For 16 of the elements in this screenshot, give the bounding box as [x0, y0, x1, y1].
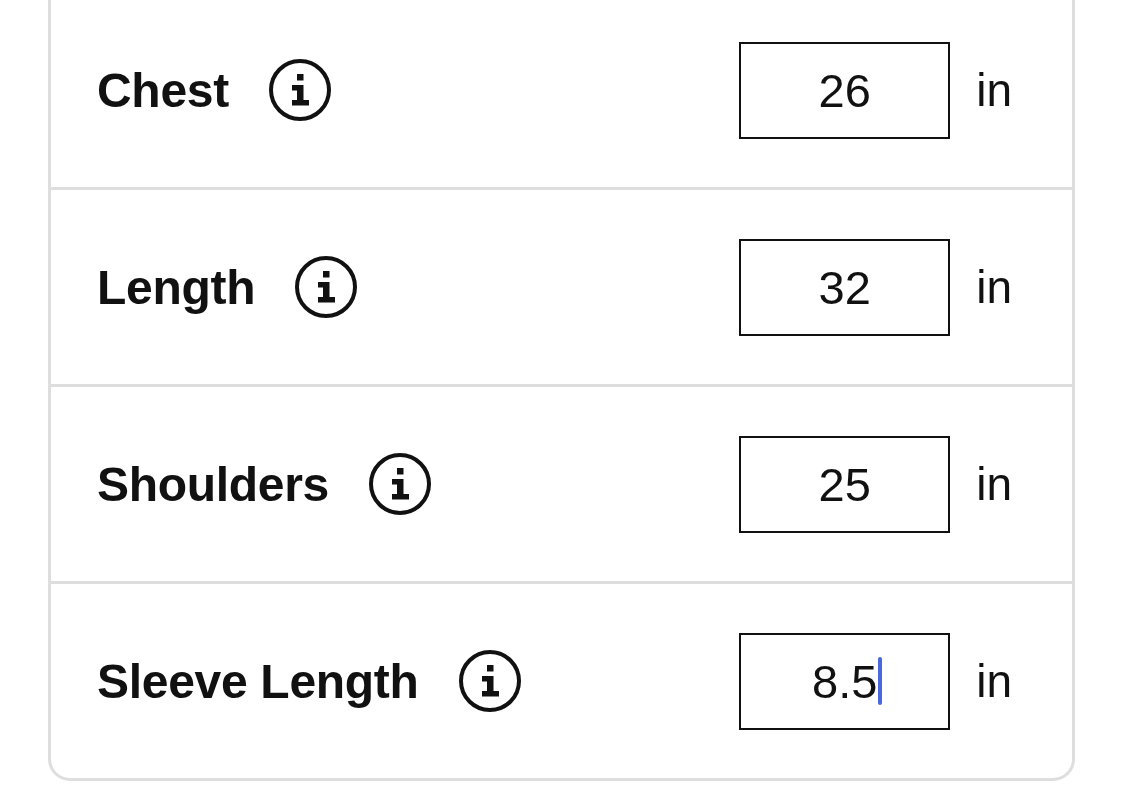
unit-label: in	[976, 63, 1012, 117]
measurement-field[interactable]: 8.5	[739, 632, 951, 730]
unit-label: in	[976, 654, 1012, 708]
measurement-field[interactable]: 26	[739, 41, 951, 139]
unit-label: in	[976, 457, 1012, 511]
measurement-field[interactable]: 25	[739, 435, 951, 533]
info-icon[interactable]	[369, 453, 431, 515]
measurement-label: Length	[97, 259, 256, 315]
unit-label: in	[976, 260, 1012, 314]
measurement-label: Shoulders	[97, 456, 329, 512]
info-icon[interactable]	[268, 59, 331, 121]
measurement-field[interactable]: 32	[739, 238, 951, 336]
measurement-label: Chest	[97, 62, 229, 118]
info-icon[interactable]	[295, 256, 358, 318]
info-icon[interactable]	[458, 650, 521, 712]
measurement-label: Sleeve Length	[97, 653, 419, 709]
